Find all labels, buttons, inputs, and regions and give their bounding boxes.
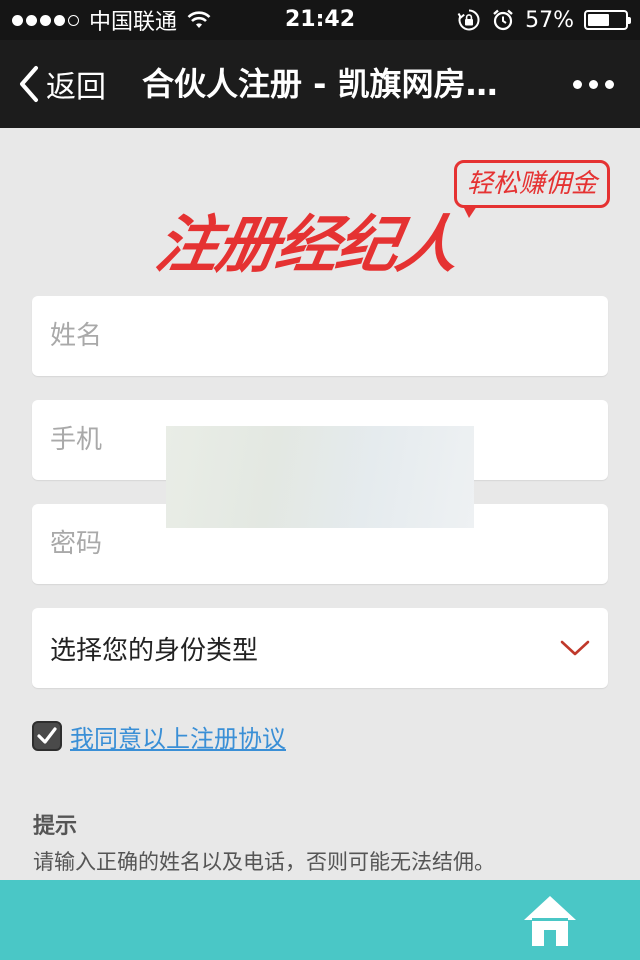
agreement-row: 我同意以上注册协议 bbox=[32, 716, 286, 756]
bottom-bar bbox=[0, 880, 640, 960]
more-dot bbox=[589, 79, 598, 89]
alarm-icon bbox=[493, 9, 513, 31]
battery-icon bbox=[584, 10, 631, 30]
logo: 注册经纪人 轻松赚佣金 bbox=[151, 158, 611, 281]
tip-text: 请输入正确的姓名以及电话，否则可能无法结佣。 bbox=[33, 850, 495, 874]
battery-percent: 57% bbox=[525, 7, 574, 33]
agreement-checkbox[interactable] bbox=[32, 721, 62, 751]
more-dots-icon bbox=[573, 79, 582, 89]
more-dot bbox=[605, 79, 614, 89]
identity-select-label: 选择您的身份类型 bbox=[50, 635, 259, 666]
nav-bar: 返回 合伙人注册 - 凯旗网房… bbox=[0, 40, 640, 128]
battery-fill bbox=[588, 14, 609, 26]
home-icon[interactable] bbox=[522, 894, 578, 948]
rotation-lock-icon bbox=[457, 9, 480, 31]
name-input[interactable] bbox=[32, 296, 608, 376]
check-icon bbox=[37, 727, 57, 744]
status-right: 57% bbox=[457, 0, 631, 40]
back-button[interactable]: 返回 bbox=[18, 40, 106, 128]
logo-main-text: 注册经纪人 bbox=[150, 208, 464, 281]
back-label: 返回 bbox=[46, 70, 106, 105]
page-title: 合伙人注册 - 凯旗网房… bbox=[142, 65, 498, 103]
blurred-overlay bbox=[166, 426, 474, 528]
more-button[interactable] bbox=[573, 40, 614, 128]
chevron-left-icon bbox=[20, 66, 38, 102]
chevron-down-icon bbox=[560, 640, 590, 656]
status-bar: 中国联通 21:42 57% bbox=[0, 0, 640, 40]
tip-title: 提示 bbox=[33, 814, 78, 839]
logo-bubble: 轻松赚佣金 bbox=[454, 160, 611, 218]
agreement-link[interactable]: 我同意以上注册协议 bbox=[70, 719, 286, 754]
identity-select[interactable]: 选择您的身份类型 bbox=[32, 608, 608, 688]
name-field[interactable] bbox=[32, 296, 608, 376]
